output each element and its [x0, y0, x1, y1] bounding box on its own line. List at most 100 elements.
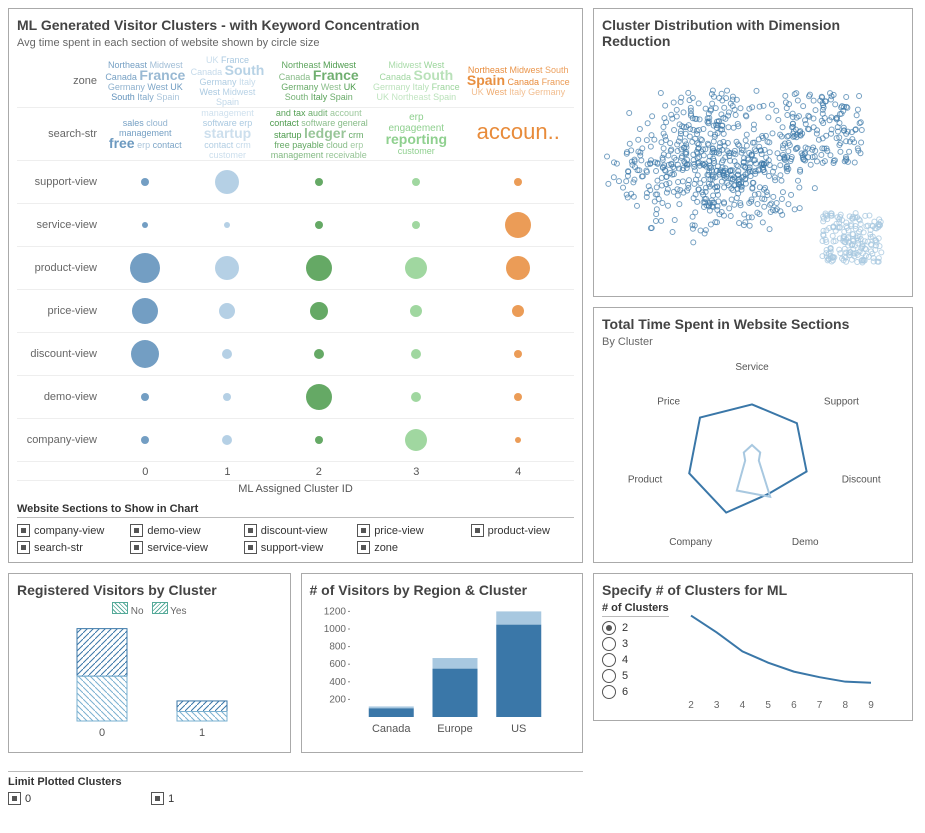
- bubble-title: ML Generated Visitor Clusters - with Key…: [17, 17, 574, 33]
- xaxis-tick: 1: [188, 462, 268, 481]
- filter-checkbox[interactable]: company-view: [17, 524, 120, 537]
- bubble-subtitle: Avg time spent in each section of websit…: [17, 37, 574, 49]
- wordcloud-search: and tax audit account contact software g…: [267, 108, 370, 161]
- filter-checkbox[interactable]: product-view: [471, 524, 574, 537]
- svg-text:4: 4: [739, 700, 745, 711]
- bubble: [514, 350, 522, 358]
- svg-text:US: US: [511, 723, 526, 735]
- legend-no: No: [131, 606, 144, 617]
- bubble: [223, 393, 231, 401]
- wordcloud-search: management software erp startup contact …: [188, 108, 268, 161]
- section-filter-grid: company-view demo-view discount-view price-…: [17, 524, 574, 554]
- row-label: service-view: [17, 204, 103, 247]
- bubble: [315, 178, 323, 186]
- registered-panel: Registered Visitors by Cluster No Yes 01: [8, 573, 291, 753]
- limit-label: 0: [25, 793, 31, 805]
- cluster-spec-title: Specify # of Clusters for ML: [602, 582, 904, 598]
- radar-subtitle: By Cluster: [602, 336, 904, 348]
- bubble: [410, 305, 422, 317]
- cluster-spec-label: # of Clusters: [602, 602, 669, 617]
- filter-label: company-view: [34, 525, 104, 537]
- filter-checkbox[interactable]: demo-view: [130, 524, 233, 537]
- svg-text:Service: Service: [735, 362, 769, 373]
- svg-text:5: 5: [765, 700, 771, 711]
- bubble: [405, 257, 427, 279]
- svg-text:Support: Support: [824, 397, 859, 408]
- registered-chart: 01: [17, 621, 277, 741]
- wordcloud-zone: Midwest West Canada South Germany Italy …: [370, 55, 462, 108]
- registered-title: Registered Visitors by Cluster: [17, 582, 282, 598]
- filter-label: zone: [374, 542, 398, 554]
- filter-checkbox[interactable]: support-view: [244, 541, 347, 554]
- limit-label: 1: [168, 793, 174, 805]
- svg-text:Canada: Canada: [371, 723, 410, 735]
- svg-text:1: 1: [199, 727, 205, 739]
- scatter-title: Cluster Distribution with Dimension Redu…: [602, 17, 904, 49]
- section-filter-title: Website Sections to Show in Chart: [17, 503, 574, 518]
- cluster-radio[interactable]: 4: [602, 653, 669, 667]
- filter-label: search-str: [34, 542, 83, 554]
- radio-label: 2: [622, 622, 628, 634]
- cluster-spec-panel: Specify # of Clusters for ML # of Cluste…: [593, 573, 913, 721]
- bubble: [505, 212, 531, 238]
- svg-text:Europe: Europe: [437, 723, 472, 735]
- region-panel: # of Visitors by Region & Cluster 200400…: [301, 573, 584, 753]
- filter-label: support-view: [261, 542, 323, 554]
- bubble: [306, 255, 332, 281]
- bubble: [412, 221, 420, 229]
- bubble: [219, 303, 235, 319]
- bubble: [315, 221, 323, 229]
- region-chart: 20040060080010001200CanadaEuropeUS: [310, 602, 570, 737]
- bubble: [411, 392, 421, 402]
- bubble: [315, 436, 323, 444]
- bubble: [514, 393, 522, 401]
- limit-title: Limit Plotted Clusters: [8, 776, 583, 788]
- bubble: [131, 340, 159, 368]
- filter-checkbox[interactable]: discount-view: [244, 524, 347, 537]
- svg-text:0: 0: [99, 727, 105, 739]
- filter-label: price-view: [374, 525, 424, 537]
- cluster-radio[interactable]: 5: [602, 669, 669, 683]
- cluster-radio[interactable]: 3: [602, 637, 669, 651]
- bubble: [141, 436, 149, 444]
- bubble: [222, 435, 232, 445]
- wordcloud-search: accoun..: [462, 108, 574, 161]
- bubble: [222, 349, 232, 359]
- radar-panel: Total Time Spent in Website Sections By …: [593, 307, 913, 563]
- svg-text:200: 200: [329, 694, 346, 705]
- radio-label: 6: [622, 686, 628, 698]
- filter-checkbox[interactable]: service-view: [130, 541, 233, 554]
- bubble: [142, 222, 148, 228]
- wordcloud-zone: Northeast Midwest South Spain Canada Fra…: [462, 55, 574, 108]
- wordcloud-zone: Northeast Midwest Canada France Germany …: [267, 55, 370, 108]
- cluster-radio[interactable]: 2: [602, 621, 669, 635]
- bubble: [506, 256, 530, 280]
- filter-checkbox[interactable]: zone: [357, 541, 460, 554]
- filter-checkbox[interactable]: search-str: [17, 541, 120, 554]
- row-label: product-view: [17, 247, 103, 290]
- svg-text:600: 600: [329, 659, 346, 670]
- svg-text:400: 400: [329, 677, 346, 688]
- svg-text:1000: 1000: [323, 624, 346, 635]
- svg-text:Price: Price: [657, 397, 680, 408]
- scatter-panel: Cluster Distribution with Dimension Redu…: [593, 8, 913, 297]
- limit-checkbox[interactable]: 1: [151, 792, 174, 805]
- row-label-zone: zone: [17, 55, 103, 108]
- radio-label: 4: [622, 654, 628, 666]
- radio-label: 5: [622, 670, 628, 682]
- bubble: [310, 302, 328, 320]
- bubble: [405, 429, 427, 451]
- bubble: [411, 349, 421, 359]
- bubble-xlabel: ML Assigned Cluster ID: [17, 481, 574, 495]
- bubble: [512, 305, 524, 317]
- svg-text:9: 9: [868, 700, 874, 711]
- cluster-radio[interactable]: 6: [602, 685, 669, 699]
- row-label: price-view: [17, 290, 103, 333]
- radar-chart: ServiceSupportDiscountDemoCompanyProduct…: [602, 354, 902, 554]
- limit-checkbox[interactable]: 0: [8, 792, 31, 805]
- row-label: discount-view: [17, 333, 103, 376]
- row-label: support-view: [17, 161, 103, 204]
- filter-checkbox[interactable]: price-view: [357, 524, 460, 537]
- row-label: demo-view: [17, 376, 103, 419]
- bubble: [514, 178, 522, 186]
